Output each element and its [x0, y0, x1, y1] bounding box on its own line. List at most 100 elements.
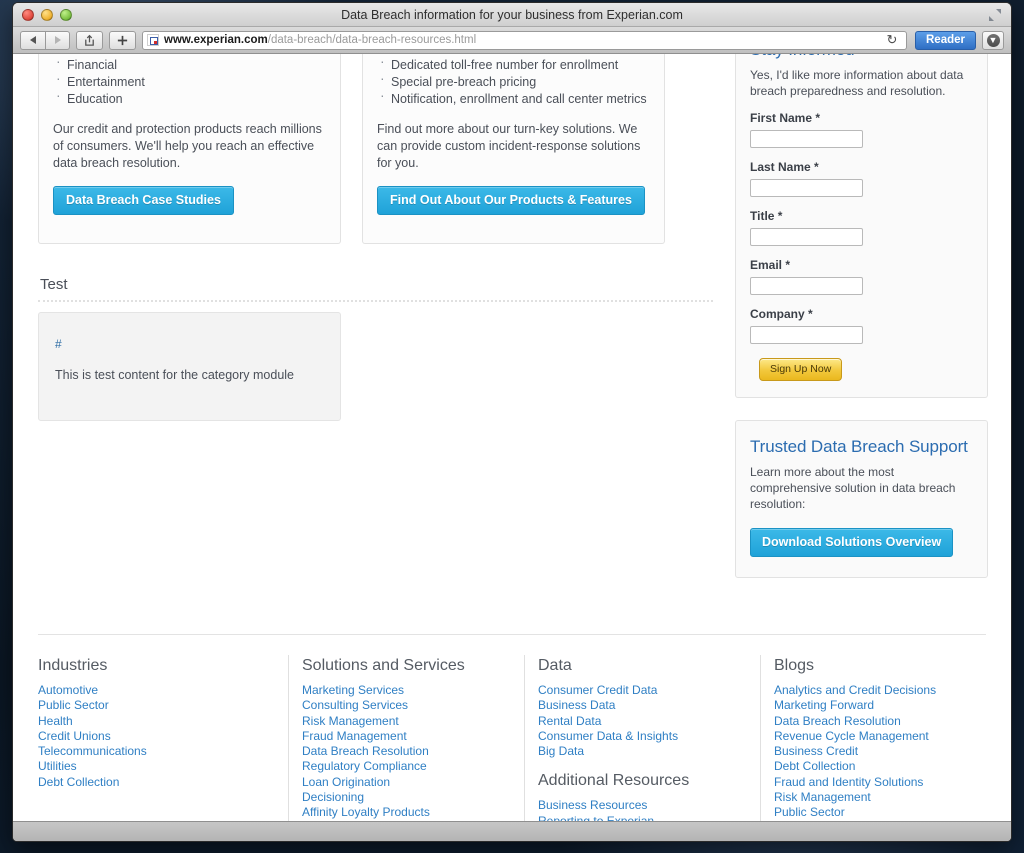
window-title: Data Breach information for your busines… — [341, 7, 683, 22]
footer-link[interactable]: Data Breach Resolution — [302, 744, 508, 759]
page-viewport[interactable]: Healthcare Financial Entertainment Educa… — [13, 54, 1011, 821]
site-footer: Industries Automotive Public Sector Heal… — [38, 635, 986, 821]
fullscreen-icon[interactable] — [987, 7, 1003, 23]
new-tab-button[interactable] — [109, 30, 136, 50]
footer-link[interactable]: Consumer Data & Insights — [538, 729, 744, 744]
content-row: Healthcare Financial Entertainment Educa… — [38, 54, 988, 578]
panel-paragraph: Our credit and protection products reach… — [53, 122, 322, 170]
last-name-field[interactable] — [750, 179, 863, 197]
last-name-label: Last Name * — [750, 160, 819, 174]
footer-column-data: Data Consumer Credit Data Business Data … — [524, 654, 760, 821]
footer-link[interactable]: Health — [38, 714, 272, 729]
footer-link[interactable]: Loan Origination — [302, 775, 508, 790]
footer-link[interactable]: Business Data — [538, 698, 744, 713]
address-bar[interactable]: www.experian.com/data-breach/data-breach… — [142, 30, 907, 50]
forward-button[interactable] — [45, 30, 70, 50]
share-icon — [85, 34, 94, 46]
experian-favicon — [147, 34, 159, 46]
footer-link-list: Marketing Services Consulting Services R… — [302, 683, 508, 821]
window-titlebar: Data Breach information for your busines… — [13, 3, 1011, 27]
stay-informed-box: Stay Informed Yes, I'd like more informa… — [735, 54, 988, 398]
footer-link[interactable]: Regulatory Compliance — [302, 759, 508, 774]
footer-link-list: Analytics and Credit Decisions Marketing… — [774, 683, 982, 821]
feature-panels: Healthcare Financial Entertainment Educa… — [38, 54, 713, 244]
zoom-button[interactable] — [60, 8, 72, 21]
close-button[interactable] — [22, 8, 34, 21]
panel-paragraph: Find out more about our turn-key solutio… — [377, 122, 641, 170]
first-name-field[interactable] — [750, 130, 863, 148]
footer-link[interactable]: Public Sector — [38, 698, 272, 713]
footer-link[interactable]: Fraud Management — [302, 729, 508, 744]
footer-link[interactable]: Telecommunications — [38, 744, 272, 759]
footer-link[interactable]: Business Credit — [774, 744, 982, 759]
footer-link[interactable]: Rental Data — [538, 714, 744, 729]
email-field[interactable] — [750, 277, 863, 295]
url-text: www.experian.com/data-breach/data-breach… — [164, 34, 476, 46]
share-button[interactable] — [76, 30, 103, 50]
footer-heading: Blogs — [774, 657, 815, 674]
plus-icon — [117, 35, 128, 45]
find-out-about-products-button[interactable]: Find Out About Our Products & Features — [377, 186, 645, 215]
url-path: /data-breach/data-breach-resources.html — [267, 34, 477, 46]
category-module-text: This is test content for the category mo… — [55, 368, 295, 382]
footer-link[interactable]: Credit Unions — [38, 729, 272, 744]
footer-link[interactable]: Affinity Loyalty Products — [302, 805, 508, 820]
footer-link[interactable]: Debt Collection — [774, 759, 982, 774]
stay-informed-heading: Stay Informed — [750, 54, 973, 60]
footer-link[interactable]: Risk Management — [774, 790, 982, 805]
footer-link[interactable]: Marketing Services — [302, 683, 508, 698]
footer-link[interactable]: Consulting Services — [302, 698, 508, 713]
downloads-button[interactable]: ▼ — [982, 30, 1004, 50]
footer-link[interactable]: Automotive — [38, 683, 272, 698]
minimize-button[interactable] — [41, 8, 53, 21]
footer-link[interactable]: Fraud and Identity Solutions — [774, 775, 982, 790]
page-content: Healthcare Financial Entertainment Educa… — [13, 54, 1011, 821]
panel-case-studies: Healthcare Financial Entertainment Educa… — [38, 54, 341, 244]
footer-heading: Solutions and Services — [302, 657, 465, 674]
list-item: Dedicated toll-free number for enrollmen… — [377, 54, 650, 74]
reload-icon[interactable]: ↻ — [881, 32, 903, 48]
footer-link[interactable]: Public Sector — [774, 805, 982, 820]
footer-link-list: Automotive Public Sector Health Credit U… — [38, 683, 272, 790]
company-field[interactable] — [750, 326, 863, 344]
downloads-icon: ▼ — [986, 33, 1000, 47]
footer-link-list-additional: Business Resources Reporting to Experian… — [538, 798, 744, 821]
hash-link[interactable]: # — [55, 337, 62, 351]
back-button[interactable] — [20, 30, 45, 50]
footer-link[interactable]: Reporting to Experian — [538, 814, 744, 821]
footer-link[interactable]: Big Data — [538, 744, 744, 759]
footer-link[interactable]: Decisioning — [302, 790, 508, 805]
footer-link[interactable]: Marketing Forward — [774, 698, 982, 713]
footer-link[interactable]: Revenue Cycle Management — [774, 729, 982, 744]
footer-link[interactable]: Data Breach Resolution — [774, 714, 982, 729]
back-arrow-icon — [30, 36, 36, 44]
window-statusbar — [13, 821, 1011, 841]
nav-buttons — [20, 30, 70, 50]
main-column: Healthcare Financial Entertainment Educa… — [38, 54, 713, 578]
footer-link[interactable]: Analytics and Credit Decisions — [774, 683, 982, 698]
company-label: Company * — [750, 307, 813, 321]
features-list: individuals Dedicated toll-free number f… — [377, 54, 650, 108]
industry-list: Healthcare Financial Entertainment Educa… — [53, 54, 326, 108]
footer-link[interactable]: Risk Management — [302, 714, 508, 729]
title-field[interactable] — [750, 228, 863, 246]
list-item: Education — [53, 87, 326, 108]
footer-column-industries: Industries Automotive Public Sector Heal… — [38, 657, 288, 821]
sign-up-now-button[interactable]: Sign Up Now — [759, 358, 843, 381]
footer-link[interactable]: Debt Collection — [38, 775, 272, 790]
list-item: Notification, enrollment and call center… — [377, 87, 650, 108]
download-solutions-overview-button[interactable]: Download Solutions Overview — [750, 528, 954, 557]
footer-link[interactable]: Utilities — [38, 759, 272, 774]
footer-column-blogs: Blogs Analytics and Credit Decisions Mar… — [760, 654, 998, 821]
trusted-support-body: Learn more about the most comprehensive … — [750, 465, 956, 511]
sidebar: Stay Informed Yes, I'd like more informa… — [735, 54, 988, 578]
first-name-label: First Name * — [750, 111, 821, 125]
list-item: Financial — [53, 54, 326, 74]
window-controls — [22, 8, 72, 21]
footer-link[interactable]: Business Resources — [538, 798, 744, 813]
stay-informed-intro: Yes, I'd like more information about dat… — [750, 68, 964, 98]
data-breach-case-studies-button[interactable]: Data Breach Case Studies — [53, 186, 234, 215]
browser-window: Data Breach information for your busines… — [12, 2, 1012, 842]
reader-button[interactable]: Reader — [915, 30, 976, 50]
footer-link[interactable]: Consumer Credit Data — [538, 683, 744, 698]
